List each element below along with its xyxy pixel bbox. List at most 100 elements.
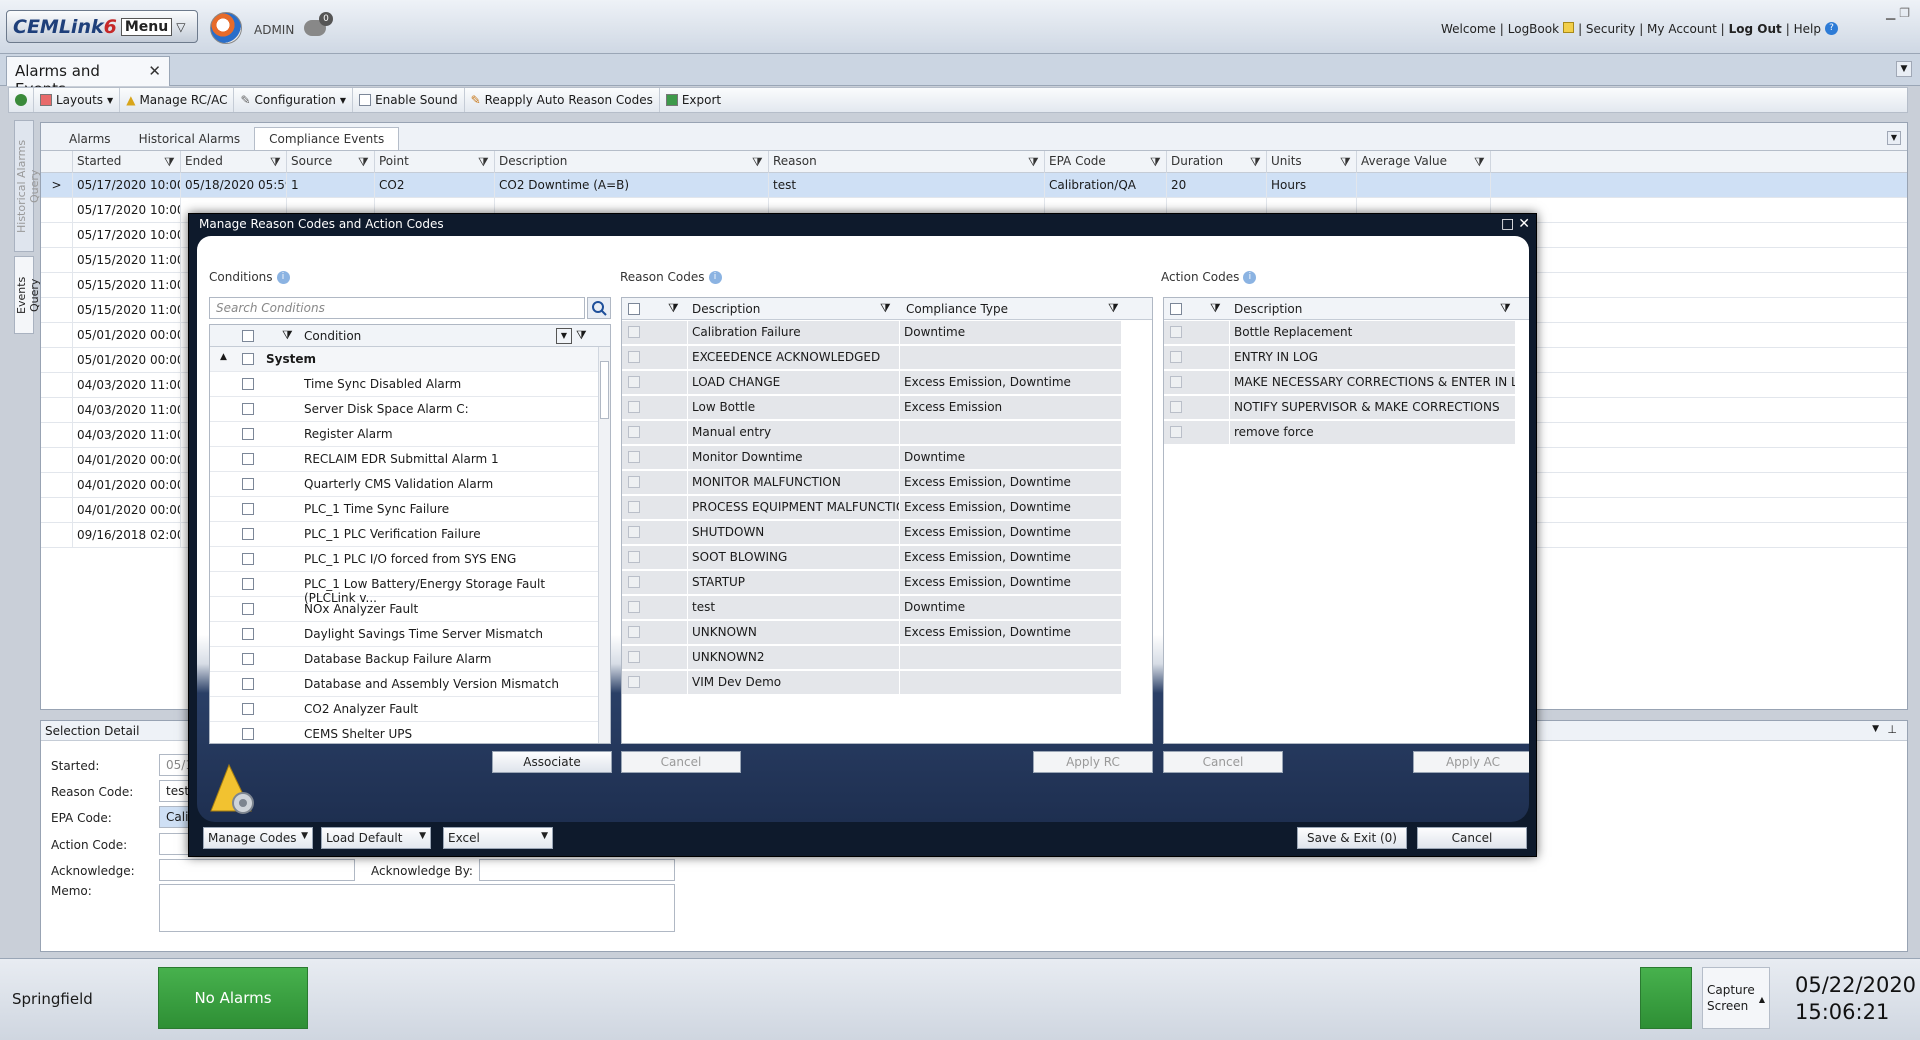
filter-icon[interactable]: ⧩: [1500, 301, 1511, 316]
action-code-row[interactable]: ENTRY IN LOG: [1164, 345, 1529, 370]
select-all-actions-checkbox[interactable]: [1170, 303, 1182, 315]
condition-checkbox[interactable]: [242, 528, 254, 540]
reason-checkbox-cell[interactable]: [622, 496, 688, 519]
reason-code-row[interactable]: PROCESS EQUIPMENT MALFUNCTION Excess Emis…: [622, 495, 1152, 520]
table-row[interactable]: >05/17/2020 10:00 05/18/2020 05:59 1 CO2 CO2…: [41, 173, 1907, 198]
reason-checkbox[interactable]: [628, 551, 640, 563]
reason-checkbox-cell[interactable]: [622, 321, 688, 344]
tab-historical-alarms-query[interactable]: Historical Alarms Query: [14, 120, 41, 252]
action-checkbox[interactable]: [1170, 326, 1182, 338]
reason-code-row[interactable]: LOAD CHANGE Excess Emission, Downtime: [622, 370, 1152, 395]
condition-checkbox[interactable]: [242, 703, 254, 715]
condition-checkbox[interactable]: [242, 728, 254, 740]
filter-icon[interactable]: ⧩: [1210, 301, 1221, 316]
reason-code-row[interactable]: SHUTDOWN Excess Emission, Downtime: [622, 520, 1152, 545]
filter-icon[interactable]: ⧩: [668, 301, 679, 316]
reason-checkbox[interactable]: [628, 651, 640, 663]
info-icon[interactable]: i: [708, 270, 722, 284]
user-tool-button[interactable]: [9, 88, 34, 112]
filter-icon[interactable]: ⧩: [1474, 155, 1486, 169]
reason-checkbox[interactable]: [628, 526, 640, 538]
filter-icon[interactable]: ⧩: [752, 155, 764, 169]
action-checkbox[interactable]: [1170, 401, 1182, 413]
condition-row[interactable]: PLC_1 PLC I/O forced from SYS ENG: [210, 547, 598, 572]
tab-events-query[interactable]: Events Query: [14, 256, 41, 334]
subtab-alarms[interactable]: Alarms: [55, 128, 125, 150]
condition-checkbox[interactable]: [242, 678, 254, 690]
reason-checkbox[interactable]: [628, 351, 640, 363]
col-reason[interactable]: Reason ⧩: [769, 151, 1045, 173]
export-button[interactable]: Export: [660, 88, 727, 112]
reason-checkbox-cell[interactable]: [622, 346, 688, 369]
conditions-scrollbar[interactable]: [598, 347, 610, 743]
chevron-down-icon[interactable]: ▼: [1887, 131, 1901, 145]
group-checkbox[interactable]: [242, 353, 254, 365]
pin-icon[interactable]: ⊥: [1887, 723, 1897, 736]
reason-checkbox-cell[interactable]: [622, 571, 688, 594]
reason-checkbox[interactable]: [628, 426, 640, 438]
condition-row[interactable]: RECLAIM EDR Submittal Alarm 1: [210, 447, 598, 472]
action-code-row[interactable]: Bottle Replacement: [1164, 320, 1529, 345]
reason-checkbox-cell[interactable]: [622, 471, 688, 494]
reason-code-row[interactable]: Low Bottle Excess Emission: [622, 395, 1152, 420]
enable-sound-button[interactable]: Enable Sound: [353, 88, 465, 112]
col-ended[interactable]: Ended ⧩: [181, 151, 287, 173]
action-checkbox-cell[interactable]: [1164, 321, 1230, 344]
apply-rc-button[interactable]: Apply RC: [1033, 751, 1153, 773]
tab-alarms-and-events[interactable]: Alarms and Events ✕: [6, 56, 170, 98]
manage-rcac-button[interactable]: ▲ Manage RC/AC: [120, 88, 235, 112]
chat-notification-icon[interactable]: 0: [302, 12, 333, 42]
reason-code-row[interactable]: EXCEEDENCE ACKNOWLEDGED: [622, 345, 1152, 370]
condition-row[interactable]: Database and Assembly Version Mismatch: [210, 672, 598, 697]
reason-checkbox-cell[interactable]: [622, 646, 688, 669]
logbook-link[interactable]: LogBook: [1508, 22, 1559, 36]
reason-checkbox[interactable]: [628, 451, 640, 463]
status-indicator[interactable]: [1640, 967, 1692, 1029]
load-default-dropdown[interactable]: Load Default ▼: [321, 827, 431, 849]
close-icon[interactable]: ✕: [148, 62, 161, 81]
scroll-thumb[interactable]: [600, 361, 609, 419]
search-icon[interactable]: [587, 297, 611, 319]
configuration-button[interactable]: ✎ Configuration ▼: [234, 88, 354, 112]
reason-checkbox-cell[interactable]: [622, 596, 688, 619]
export-format-dropdown[interactable]: Excel ▼: [443, 827, 553, 849]
reason-code-row[interactable]: Calibration Failure Downtime: [622, 320, 1152, 345]
action-checkbox-cell[interactable]: [1164, 421, 1230, 444]
reason-code-row[interactable]: STARTUP Excess Emission, Downtime: [622, 570, 1152, 595]
alarm-status-button[interactable]: No Alarms: [158, 967, 308, 1029]
reason-checkbox-cell[interactable]: [622, 396, 688, 419]
reason-code-row[interactable]: UNKNOWN2: [622, 645, 1152, 670]
acknowledge-by-field[interactable]: [479, 859, 675, 881]
reason-code-row[interactable]: Monitor Downtime Downtime: [622, 445, 1152, 470]
condition-row[interactable]: PLC_1 PLC Verification Failure: [210, 522, 598, 547]
condition-row[interactable]: Database Backup Failure Alarm: [210, 647, 598, 672]
save-and-exit-button[interactable]: Save & Exit (0): [1297, 827, 1407, 849]
condition-row[interactable]: CO2 Analyzer Fault: [210, 697, 598, 722]
condition-checkbox[interactable]: [242, 453, 254, 465]
security-link[interactable]: | Security: [1578, 22, 1635, 36]
reason-checkbox[interactable]: [628, 501, 640, 513]
reapply-button[interactable]: ✎ Reapply Auto Reason Codes: [465, 88, 660, 112]
memo-field[interactable]: [159, 884, 675, 932]
apply-ac-button[interactable]: Apply AC: [1413, 751, 1529, 773]
select-all-conditions-checkbox[interactable]: [242, 330, 254, 342]
dialog-cancel-button[interactable]: Cancel: [1417, 827, 1527, 849]
reason-checkbox[interactable]: [628, 626, 640, 638]
condition-checkbox[interactable]: [242, 628, 254, 640]
layouts-button[interactable]: Layouts ▼: [34, 88, 121, 112]
action-checkbox[interactable]: [1170, 351, 1182, 363]
filter-icon[interactable]: ⧩: [164, 155, 176, 169]
action-checkbox-cell[interactable]: [1164, 346, 1230, 369]
col-epa-code[interactable]: EPA Code ⧩: [1045, 151, 1167, 173]
filter-icon[interactable]: ⧩: [880, 301, 891, 316]
filter-icon[interactable]: ⧩: [576, 328, 587, 343]
filter-icon[interactable]: ⧩: [1108, 301, 1119, 316]
info-icon[interactable]: i: [1243, 270, 1257, 284]
reason-checkbox-cell[interactable]: [622, 371, 688, 394]
reason-checkbox-cell[interactable]: [622, 671, 688, 694]
condition-checkbox[interactable]: [242, 553, 254, 565]
manage-codes-dropdown[interactable]: Manage Codes ▼: [203, 827, 313, 849]
condition-checkbox[interactable]: [242, 578, 254, 590]
col-point[interactable]: Point ⧩: [375, 151, 495, 173]
acknowledge-field[interactable]: [159, 859, 355, 881]
